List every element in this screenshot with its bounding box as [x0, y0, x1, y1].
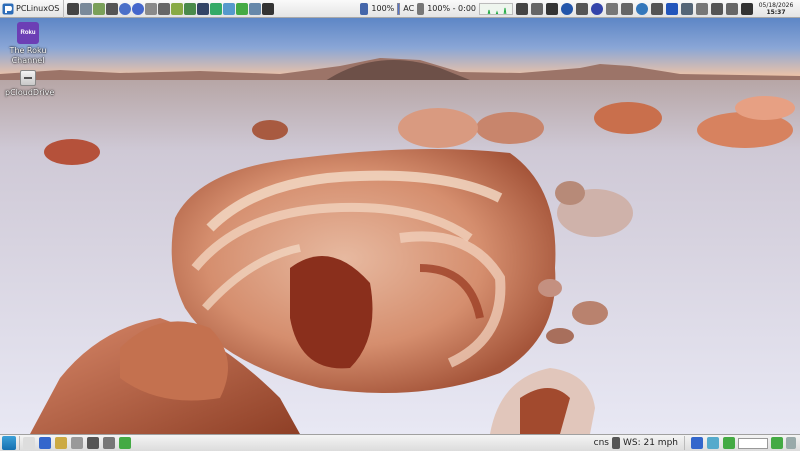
- pclinuxos-logo-icon: [2, 3, 14, 14]
- start-menu-button[interactable]: [2, 436, 16, 450]
- image-icon[interactable]: [223, 2, 236, 15]
- desktop-wallpaper: [0, 18, 800, 434]
- help-icon[interactable]: [119, 2, 132, 15]
- network-load-graph[interactable]: [479, 2, 513, 15]
- clock-date: 05/18/2026: [758, 1, 794, 9]
- drive-icon: [20, 70, 36, 86]
- workspace-pager[interactable]: [738, 437, 768, 449]
- bottom-system-tray: cns WS: 21 mph: [594, 435, 800, 451]
- terminal-icon[interactable]: [67, 2, 80, 15]
- mail-notify-icon[interactable]: [606, 2, 618, 15]
- text-editor-icon[interactable]: [93, 2, 106, 15]
- file-manager-icon[interactable]: [55, 437, 67, 449]
- music-icon[interactable]: [249, 2, 262, 15]
- brush-icon[interactable]: [106, 2, 119, 15]
- taskbar-launchers: [23, 437, 131, 449]
- weather-wind-text[interactable]: WS: 21 mph: [623, 438, 678, 448]
- tray-icon-group: [516, 2, 753, 15]
- browser-icon[interactable]: [39, 437, 51, 449]
- monitor-icon[interactable]: [197, 2, 210, 15]
- clipboard-icon[interactable]: [711, 2, 723, 15]
- usb-icon[interactable]: [531, 2, 543, 15]
- application-menu-button[interactable]: PCLinuxOS: [0, 0, 65, 18]
- show-desktop-icon[interactable]: [23, 437, 35, 449]
- top-system-tray: 100% AC 100% - 0:00 05/18/2026 15:37: [360, 0, 800, 18]
- terminal-icon[interactable]: [87, 437, 99, 449]
- application-menu-label: PCLinuxOS: [16, 4, 60, 13]
- shield-icon[interactable]: [561, 2, 573, 15]
- updates-icon[interactable]: [696, 2, 708, 15]
- desktop-icon-roku-channel[interactable]: Roku The Roku Channel: [5, 22, 51, 66]
- network-icon[interactable]: [103, 437, 115, 449]
- radar-icon[interactable]: [621, 2, 633, 15]
- roku-app-icon: Roku: [17, 22, 39, 44]
- volume-icon[interactable]: [741, 2, 753, 15]
- weather-station-text: cns: [593, 438, 609, 448]
- top-panel: PCLinuxOS 100% AC 100% - 0:00 05/18/2026…: [0, 0, 800, 18]
- panel-separator: [684, 436, 685, 450]
- chart-icon[interactable]: [210, 2, 223, 15]
- browser-icon[interactable]: [691, 437, 703, 449]
- keyboard-icon[interactable]: [576, 2, 588, 15]
- browser-icon[interactable]: [132, 2, 145, 15]
- power-plug-icon[interactable]: [417, 2, 425, 15]
- battery-icon[interactable]: [726, 2, 738, 15]
- desktop-icon-label: The Roku Channel: [9, 46, 47, 65]
- package-manager-icon[interactable]: [119, 437, 131, 449]
- cpu-monitor-icon[interactable]: [360, 2, 369, 15]
- cpu-usage-text: 100%: [371, 4, 395, 13]
- quick-launch-bar: [64, 0, 275, 18]
- clock[interactable]: 05/18/2026 15:37: [756, 2, 796, 16]
- weather-icon[interactable]: [611, 437, 620, 449]
- bluetooth-icon[interactable]: [666, 2, 678, 15]
- system-settings-icon[interactable]: [80, 2, 93, 15]
- text-editor-icon[interactable]: [71, 437, 83, 449]
- updates-icon[interactable]: [771, 437, 783, 449]
- search-icon[interactable]: [184, 2, 197, 15]
- calculator-icon[interactable]: [158, 2, 171, 15]
- record-icon[interactable]: [591, 2, 603, 15]
- desktop-switch-icon[interactable]: [786, 437, 796, 449]
- spreadsheet-icon[interactable]: [236, 2, 249, 15]
- package-manager-icon[interactable]: [171, 2, 184, 15]
- network-icon[interactable]: [681, 2, 693, 15]
- clock-time: 15:37: [766, 8, 786, 16]
- battery-status-text[interactable]: 100% - 0:00: [427, 4, 476, 13]
- desktop-icon-label: pCloudDrive: [5, 88, 55, 97]
- bottom-tray-icon-group: [691, 437, 735, 449]
- bottom-panel: cns WS: 21 mph: [0, 434, 800, 451]
- globe-icon[interactable]: [636, 2, 648, 15]
- desktop-icon-pclouddrive[interactable]: pCloudDrive: [5, 70, 55, 98]
- magnet-icon[interactable]: [651, 2, 663, 15]
- panel-separator: [19, 436, 20, 450]
- cpu-usage-bar: [397, 2, 401, 15]
- mail-icon[interactable]: [145, 2, 158, 15]
- save-icon[interactable]: [546, 2, 558, 15]
- video-icon[interactable]: [262, 2, 275, 15]
- network-down-icon[interactable]: [516, 2, 528, 15]
- power-source-text: AC: [403, 4, 415, 13]
- monitor-icon[interactable]: [707, 437, 719, 449]
- package-manager-icon[interactable]: [723, 437, 735, 449]
